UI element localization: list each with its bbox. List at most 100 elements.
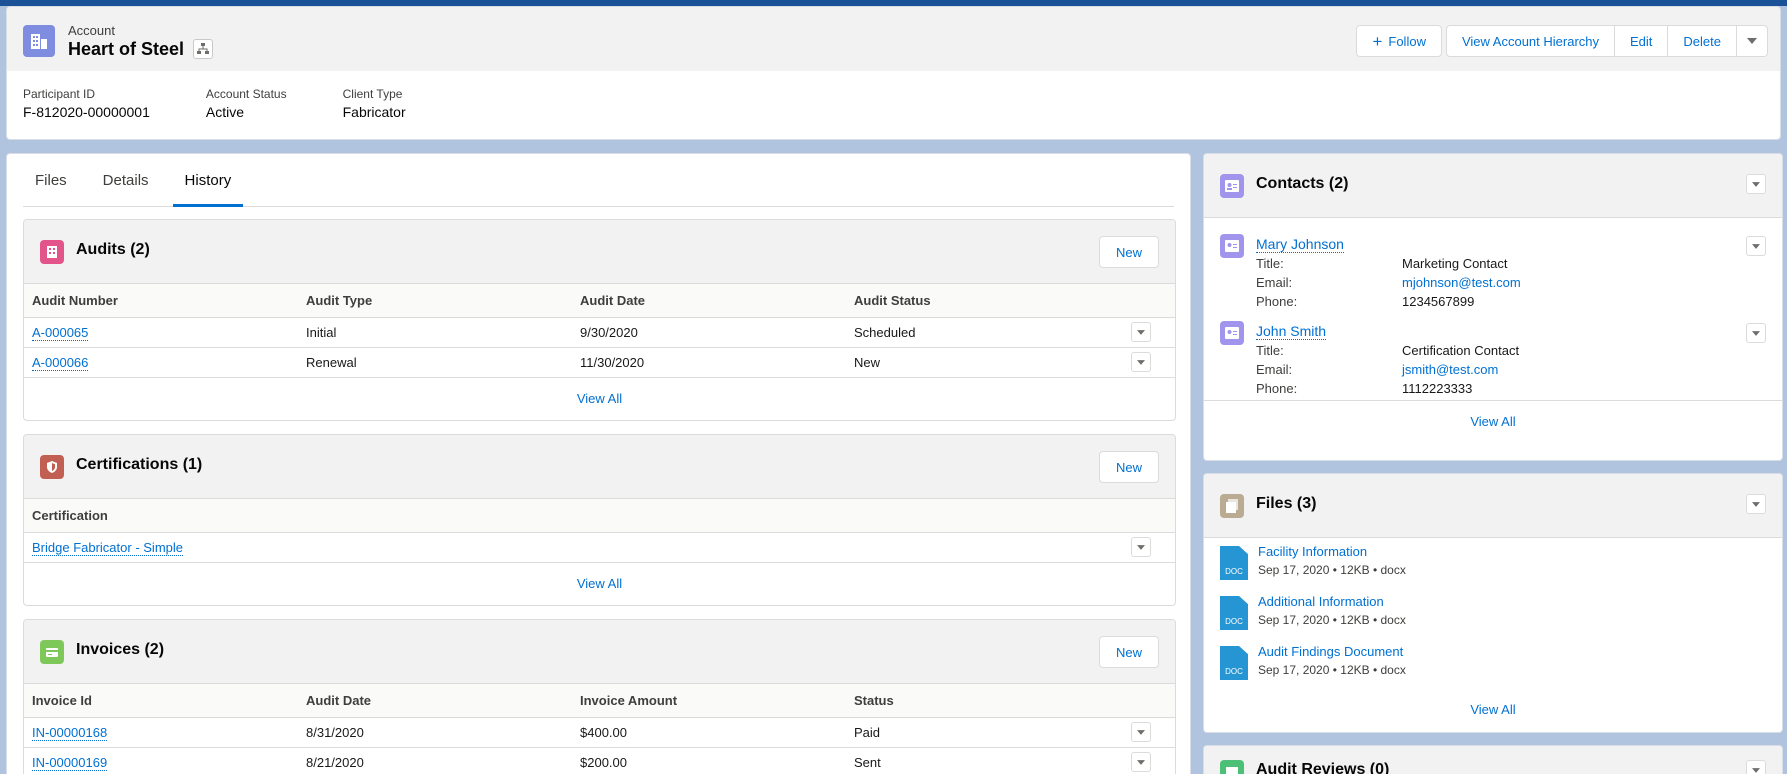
contacts-title: Contacts (2) [1256,175,1349,192]
chevron-down-icon [1752,330,1760,336]
tab-bar: Files Details History [23,154,1174,207]
chevron-down-icon [1137,759,1145,765]
audit-reviews-icon [1220,760,1244,774]
chevron-down-icon [1752,501,1760,507]
new-certification-button[interactable]: New [1098,451,1159,483]
contact-actions-button[interactable] [1746,323,1766,343]
row-actions-button[interactable] [1131,537,1151,557]
contact-name-link[interactable]: John Smith [1256,323,1327,340]
edit-button[interactable]: Edit [1614,25,1669,57]
column-header[interactable]: Certification [24,499,1123,533]
contact-icon [1220,321,1244,345]
hierarchy-icon[interactable] [193,39,213,59]
certification-link[interactable]: Bridge Fabricator - Simple [32,539,183,556]
row-actions-button[interactable] [1131,752,1151,772]
column-header[interactable]: Invoice Id [24,684,298,718]
delete-button[interactable]: Delete [1667,25,1737,57]
column-header[interactable]: Audit Date [298,684,572,718]
audits-icon [40,240,64,264]
tab-files[interactable]: Files [23,154,79,207]
contact-email-link[interactable]: jsmith@test.com [1402,362,1498,377]
column-header[interactable]: Audit Number [24,284,298,318]
file-name-link[interactable]: Audit Findings Document [1258,644,1403,659]
column-header[interactable]: Audit Type [298,284,572,318]
certifications-view-all-link[interactable]: View All [577,576,622,591]
contact-icon [1220,174,1244,198]
contact-name-link[interactable]: Mary Johnson [1256,236,1344,253]
contacts-card: Contacts (2) Mary Johnson Title: Marketi… [1203,153,1783,461]
invoices-title: Invoices (2) [76,641,165,658]
file-item: DOC Additional Information Sep 17, 2020 … [1204,588,1782,638]
files-icon [1220,494,1244,518]
contact-email-link[interactable]: mjohnson@test.com [1402,275,1521,290]
audit-reviews-card: Audit Reviews (0) [1203,745,1783,774]
audit-reviews-menu-button[interactable] [1746,760,1766,774]
table-row: A-000066 Renewal 11/30/2020 New [24,347,1175,378]
invoice-icon [40,640,64,664]
audits-view-all-link[interactable]: View All [577,391,622,406]
doc-file-icon: DOC [1220,596,1248,630]
file-name-link[interactable]: Facility Information [1258,544,1367,559]
column-header[interactable]: Audit Date [572,284,846,318]
highlights-panel: Participant ID F-812020-00000001 Account… [23,87,462,120]
file-meta: Sep 17, 2020 • 12KB • docx [1258,663,1406,677]
chevron-down-icon [1752,181,1760,187]
chevron-down-icon [1137,329,1145,335]
file-meta: Sep 17, 2020 • 12KB • docx [1258,563,1406,577]
certifications-card: Certifications (1) New Certification Bri… [23,434,1176,606]
files-menu-button[interactable] [1746,494,1766,514]
new-audit-button[interactable]: New [1098,236,1159,268]
column-header[interactable]: Invoice Amount [572,684,846,718]
contacts-view-all-link[interactable]: View All [1470,414,1515,429]
record-name: Heart of Steel [68,39,185,59]
object-label: Account [68,23,115,38]
highlight-participant-id: Participant ID F-812020-00000001 [23,87,150,120]
files-card: Files (3) DOC Facility Information Sep 1… [1203,473,1783,733]
chevron-down-icon [1137,544,1145,550]
doc-file-icon: DOC [1220,646,1248,680]
file-name-link[interactable]: Additional Information [1258,594,1384,609]
certification-icon [40,455,64,479]
column-header[interactable]: Audit Status [846,284,1123,318]
invoice-link[interactable]: IN-00000168 [32,724,108,741]
row-actions-button[interactable] [1131,352,1151,372]
view-account-hierarchy-button[interactable]: View Account Hierarchy [1445,25,1616,57]
contact-item: Mary Johnson Title: Marketing Contact Em… [1204,226,1782,313]
highlight-client-type: Client Type Fabricator [342,87,406,120]
audits-card: Audits (2) New Audit Number Audit Type A… [23,219,1176,421]
record-header: Account Heart of Steel + Follow View Acc… [6,6,1781,140]
contact-title: Certification Contact [1402,343,1520,358]
contact-title: Marketing Contact [1402,256,1508,271]
file-item: DOC Facility Information Sep 17, 2020 • … [1204,538,1782,588]
contacts-menu-button[interactable] [1746,174,1766,194]
contact-icon [1220,234,1244,258]
highlight-account-status: Account Status Active [205,87,287,120]
certifications-title: Certifications (1) [76,456,203,473]
doc-file-icon: DOC [1220,546,1248,580]
table-row: IN-00000169 8/21/2020 $200.00 Sent [24,747,1175,774]
audit-link[interactable]: A-000066 [32,354,89,371]
files-view-all-link[interactable]: View All [1470,702,1515,717]
audit-link[interactable]: A-000065 [32,324,89,341]
contact-actions-button[interactable] [1746,236,1766,256]
new-invoice-button[interactable]: New [1098,636,1159,668]
column-header[interactable]: Status [846,684,1123,718]
tab-details[interactable]: Details [91,154,161,207]
row-actions-button[interactable] [1131,722,1151,742]
table-row: A-000065 Initial 9/30/2020 Scheduled [24,317,1175,348]
file-meta: Sep 17, 2020 • 12KB • docx [1258,613,1406,627]
tab-history[interactable]: History [172,154,244,207]
contact-phone: 1112223333 [1402,381,1473,396]
account-icon [23,25,55,57]
contact-item: John Smith Title: Certification Contact … [1204,313,1782,400]
contact-phone: 1234567899 [1402,294,1475,309]
follow-button[interactable]: + Follow [1356,25,1442,57]
more-actions-button[interactable] [1736,25,1768,57]
files-title: Files (3) [1256,495,1317,512]
chevron-down-icon [1137,359,1145,365]
audits-title: Audits (2) [76,241,150,258]
chevron-down-icon [1752,243,1760,249]
table-row: IN-00000168 8/31/2020 $400.00 Paid [24,717,1175,748]
invoice-link[interactable]: IN-00000169 [32,754,108,771]
row-actions-button[interactable] [1131,322,1151,342]
